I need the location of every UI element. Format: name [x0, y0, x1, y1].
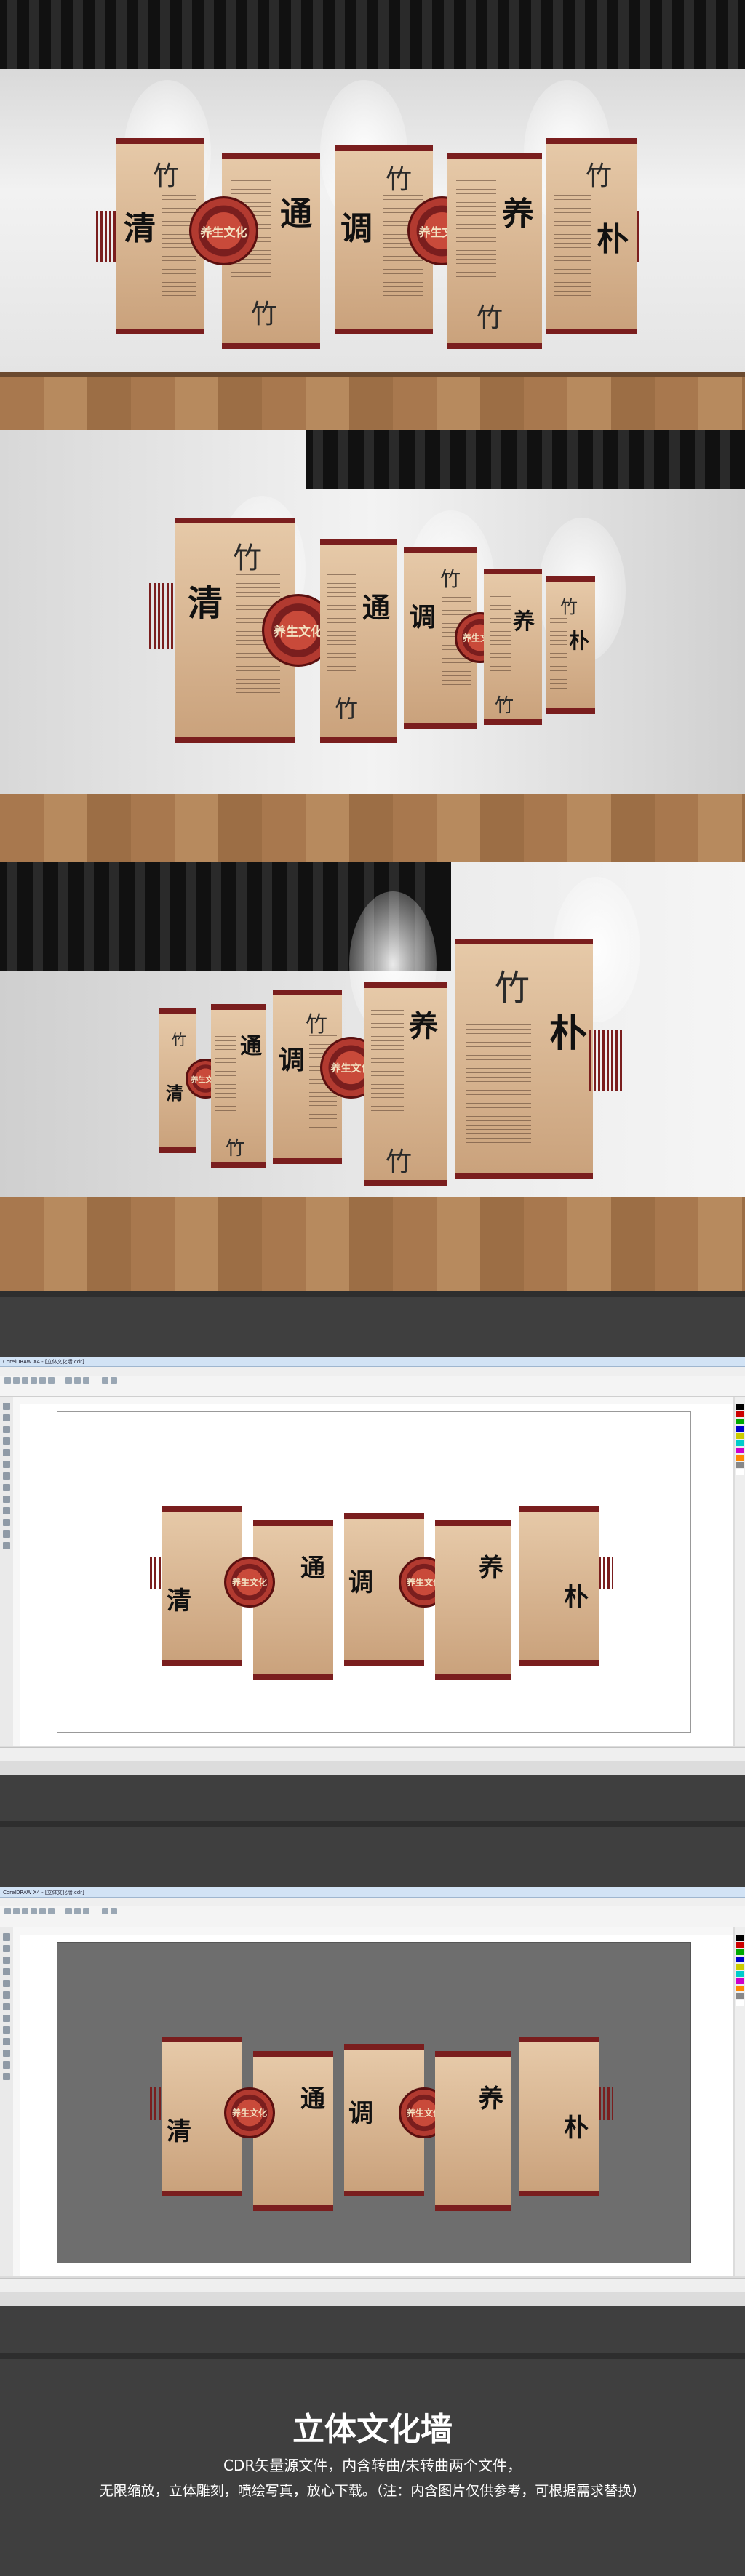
panel-character: 清	[188, 583, 223, 624]
bamboo-icon: ⽵	[440, 567, 461, 591]
toolbar[interactable]	[0, 1376, 745, 1387]
toolbar[interactable]	[0, 1906, 745, 1917]
wall-panel-5: 朴 ⽵	[546, 138, 637, 334]
panel-character: 调	[410, 602, 437, 633]
property-bar[interactable]	[0, 1917, 745, 1927]
bamboo-icon: ⽵	[386, 1147, 413, 1177]
wood-floor	[0, 794, 745, 862]
window-title: CorelDRAW X4 - [立体文化墙.cdr]	[0, 1357, 745, 1367]
bamboo-icon: ⽵	[495, 968, 530, 1008]
panel-character: 通	[362, 591, 391, 624]
bamboo-icon: ⽵	[226, 1138, 245, 1160]
panel-character: 调	[279, 1045, 306, 1075]
wall-panel-5: 朴 ⽵	[546, 576, 595, 714]
bamboo-icon: ⽵	[251, 300, 278, 329]
bamboo-icon: ⽵	[586, 161, 613, 191]
panel-character: 养	[502, 196, 534, 233]
bamboo-icon: ⽵	[386, 165, 413, 195]
bamboo-icon: ⽵	[495, 695, 514, 717]
panel-character: 养	[513, 609, 535, 635]
panel-character: 朴	[569, 629, 590, 653]
panel-character: 调	[340, 210, 372, 247]
wall-panel-4: 养 ⽵	[364, 982, 447, 1186]
color-palette[interactable]	[735, 1927, 745, 2276]
footer-title: 立体文化墙	[292, 2411, 453, 2448]
drawing-canvas[interactable]: 清 通 养生文化 调 养生文化 养 朴	[20, 1404, 733, 1746]
wall-panel-4: 养 ⽵	[484, 569, 542, 725]
medallion-emblem: 养生文化	[189, 196, 258, 265]
bamboo-icon: ⽵	[306, 1012, 327, 1038]
bamboo-icon: ⽵	[477, 303, 503, 333]
wall-panel-4: 养 ⽵	[447, 153, 542, 349]
render-view-3: 清 ⽵ 养生文化 通 ⽵ 调 ⽵ 养生文化 养 ⽵ 朴 ⽵	[0, 862, 745, 1291]
wall-panel-2: 通 ⽵	[211, 1004, 266, 1168]
toolbox[interactable]	[0, 1927, 14, 2276]
toolbox[interactable]	[0, 1397, 14, 1746]
panel-character: 朴	[597, 221, 629, 258]
bamboo-icon: ⽵	[172, 1031, 186, 1048]
window-title: CorelDRAW X4 - [立体文化墙.cdr]	[0, 1887, 745, 1898]
color-palette[interactable]	[735, 1397, 745, 1746]
ceiling-slats	[0, 0, 745, 69]
wall-panel-5: 朴 ⽵	[455, 939, 593, 1179]
panel-character: 朴	[549, 1011, 588, 1056]
bamboo-icon: ⽵	[335, 695, 359, 723]
footer-line-1: CDR矢量源文件，内含转曲/未转曲两个文件，	[223, 2457, 522, 2474]
render-view-2: 清 ⽵ 养生文化 通 ⽵ 调 ⽵ 养生文化 养 ⽵ 朴 ⽵	[0, 430, 745, 862]
panel-character: 清	[166, 1083, 183, 1104]
bamboo-icon: ⽵	[560, 597, 578, 617]
panel-character: 养	[409, 1009, 438, 1043]
panel-character: 通	[280, 196, 312, 233]
bamboo-icon: ⽵	[233, 542, 262, 575]
footer-line-2: 无限缩放，立体雕刻，喷绘写真，放心下载。（注：内含图片仅供参考，可根据需求替换）	[99, 2483, 646, 2499]
software-screenshot-1: CorelDRAW X4 - [立体文化墙.cdr] 清 通 养生文化 调 养生…	[0, 1357, 745, 1775]
bamboo-icon: ⽵	[153, 161, 180, 191]
wall-panel-2: 通 ⽵	[320, 539, 397, 743]
panel-character: 清	[124, 210, 156, 247]
render-view-1: 清 ⽵ 通 ⽵ 养生文化 调 ⽵ 养生文化 养 ⽵ 朴 ⽵	[0, 0, 745, 430]
wood-floor	[0, 1197, 745, 1291]
status-bar	[0, 1747, 745, 1761]
property-bar[interactable]	[0, 1386, 745, 1397]
drawing-canvas[interactable]: 清 通 养生文化 调 养生文化 养 朴	[20, 1935, 733, 2276]
panel-character: 通	[240, 1034, 262, 1059]
wood-floor	[0, 377, 745, 430]
software-screenshot-2: CorelDRAW X4 - [立体文化墙.cdr] 清 通 养生文化 调 养生…	[0, 1887, 745, 2306]
status-bar	[0, 2278, 745, 2292]
